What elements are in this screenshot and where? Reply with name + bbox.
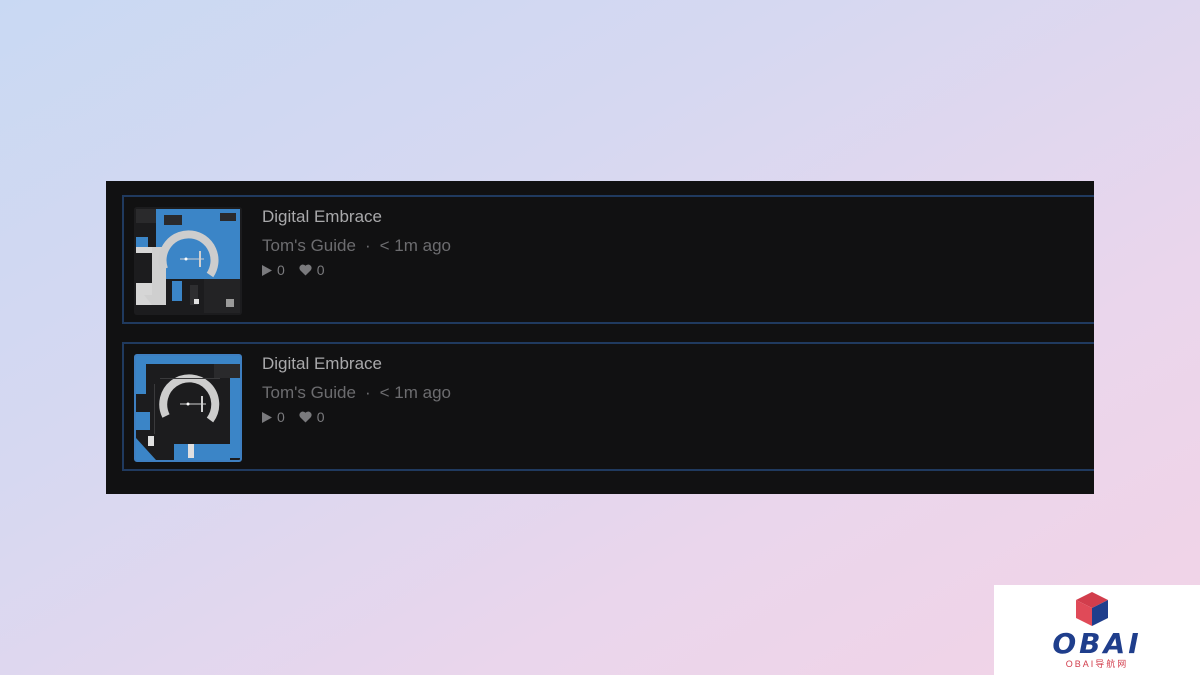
track-author[interactable]: Tom's Guide — [262, 236, 356, 255]
track-row[interactable]: Digital Embrace Tom's Guide · < 1m ago 0 0 — [122, 342, 1094, 471]
play-count-value: 0 — [277, 262, 285, 278]
like-count-value: 0 — [316, 262, 325, 278]
heart-icon[interactable] — [299, 264, 312, 276]
track-list-panel: Digital Embrace Tom's Guide · < 1m ago 0 0 — [106, 181, 1094, 494]
track-meta: Tom's Guide · < 1m ago — [262, 383, 451, 403]
like-count-value: 0 — [316, 409, 325, 425]
album-art-thumbnail[interactable] — [134, 207, 242, 315]
meta-separator: · — [364, 236, 371, 255]
track-stats: 0 0 — [262, 409, 339, 425]
track-title[interactable]: Digital Embrace — [262, 207, 382, 227]
track-title[interactable]: Digital Embrace — [262, 354, 382, 374]
track-meta: Tom's Guide · < 1m ago — [262, 236, 451, 256]
like-count: 0 — [299, 262, 325, 278]
track-time: < 1m ago — [379, 236, 451, 255]
like-count: 0 — [299, 409, 325, 425]
play-icon — [262, 264, 272, 276]
track-author[interactable]: Tom's Guide — [262, 383, 356, 402]
track-row[interactable]: Digital Embrace Tom's Guide · < 1m ago 0 0 — [122, 195, 1094, 324]
heart-icon[interactable] — [299, 411, 312, 423]
track-stats: 0 0 — [262, 262, 339, 278]
album-art-thumbnail[interactable] — [134, 354, 242, 462]
logo-wordmark: OBAI — [1052, 627, 1142, 660]
track-time: < 1m ago — [379, 383, 451, 402]
watermark-logo: OBAI OBAI导航网 — [994, 585, 1200, 675]
play-count: 0 — [262, 409, 285, 425]
play-count: 0 — [262, 262, 285, 278]
cube-logo-icon — [1076, 592, 1108, 626]
logo-subtitle: OBAI导航网 — [1065, 659, 1129, 669]
play-count-value: 0 — [277, 409, 285, 425]
meta-separator: · — [364, 383, 371, 402]
play-icon — [262, 411, 272, 423]
